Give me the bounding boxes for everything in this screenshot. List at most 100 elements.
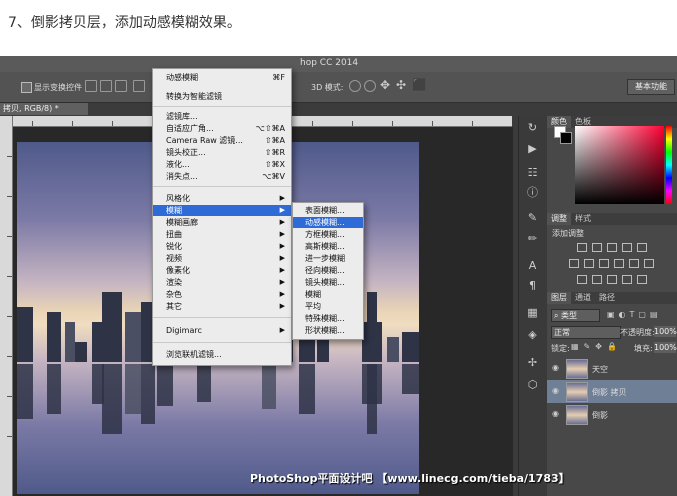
visibility-eye-icon[interactable]: ◉ xyxy=(552,386,559,395)
menu-item-noise[interactable]: 杂色 ▶ xyxy=(153,289,291,300)
menu-item-digimarc[interactable]: Digimarc ▶ xyxy=(153,325,291,336)
color-lookup-icon[interactable] xyxy=(644,259,654,268)
submenu-item-smart-blur[interactable]: 特殊模糊... xyxy=(293,313,363,324)
menu-item-convert-smart-filter[interactable]: 转换为智能滤镜 xyxy=(153,91,291,102)
menu-bar: hop CC 2014 xyxy=(0,56,677,72)
align-left-icon[interactable] xyxy=(85,80,97,92)
black-white-icon[interactable] xyxy=(599,259,609,268)
submenu-item-average[interactable]: 平均 xyxy=(293,301,363,312)
menu-item-distort[interactable]: 扭曲 ▶ xyxy=(153,229,291,240)
threshold-icon[interactable] xyxy=(607,275,617,284)
history-icon[interactable]: ↻ xyxy=(526,121,539,134)
submenu-item-lens-blur[interactable]: 镜头模糊... xyxy=(293,277,363,288)
swatches-icon[interactable]: ▦ xyxy=(526,306,539,319)
3d-rotate-icon[interactable] xyxy=(349,80,361,92)
levels-icon[interactable] xyxy=(592,243,602,252)
submenu-item-box-blur[interactable]: 方框模糊... xyxy=(293,229,363,240)
photoshop-screenshot: hop CC 2014 显示变换控件 3D 模式: ✥ ✣ ⬛ 基本功能 拷贝,… xyxy=(0,56,677,496)
hue-slider[interactable] xyxy=(666,126,672,204)
menu-item-render[interactable]: 渲染 ▶ xyxy=(153,277,291,288)
opacity-input[interactable]: 100% xyxy=(654,326,677,337)
3d-mode-label: 3D 模式: xyxy=(311,83,344,92)
menu-item-blur-gallery[interactable]: 模糊画廊 ▶ xyxy=(153,217,291,228)
paragraph-icon[interactable]: ¶ xyxy=(526,279,539,292)
layer-row-selected[interactable]: ◉ 倒影 拷贝 xyxy=(547,380,677,403)
submenu-item-shape-blur[interactable]: 形状模糊... xyxy=(293,325,363,336)
info-icon[interactable]: ⓘ xyxy=(526,186,539,199)
show-transform-label: 显示变换控件 xyxy=(34,83,82,92)
tab-styles[interactable]: 样式 xyxy=(571,213,595,225)
submenu-item-gaussian-blur[interactable]: 高斯模糊... xyxy=(293,241,363,252)
color-spectrum[interactable] xyxy=(575,126,664,204)
tab-adjustments[interactable]: 调整 xyxy=(547,213,571,225)
submenu-item-blur[interactable]: 模糊 xyxy=(293,289,363,300)
menu-item-liquify[interactable]: 液化... ⇧⌘X xyxy=(153,159,291,170)
submenu-item-surface-blur[interactable]: 表面模糊... xyxy=(293,205,363,216)
brush-panel-icon[interactable]: ✎ xyxy=(526,211,539,224)
layer-row[interactable]: ◉ 倒影 xyxy=(547,403,677,426)
align-top-icon[interactable] xyxy=(133,80,145,92)
channel-mixer-icon[interactable] xyxy=(629,259,639,268)
photo-filter-icon[interactable] xyxy=(614,259,624,268)
menu-item-other[interactable]: 其它 ▶ xyxy=(153,301,291,312)
curves-icon[interactable] xyxy=(607,243,617,252)
tab-channels[interactable]: 通道 xyxy=(571,292,595,304)
add-adjustment-title: 添加调整 xyxy=(552,229,584,238)
menu-item-blur[interactable]: 模糊 ▶ xyxy=(153,205,291,216)
submenu-item-blur-more[interactable]: 进一步模糊 xyxy=(293,253,363,264)
menu-item-stylize[interactable]: 风格化 ▶ xyxy=(153,193,291,204)
background-color-swatch[interactable] xyxy=(560,132,572,144)
actions-play-icon[interactable]: ▶ xyxy=(526,142,539,155)
properties-icon[interactable]: ☷ xyxy=(526,166,539,179)
selective-color-icon[interactable] xyxy=(637,275,647,284)
character-icon[interactable]: A xyxy=(526,259,539,272)
menu-item-video[interactable]: 视频 ▶ xyxy=(153,253,291,264)
3d-scale-icon[interactable]: ⬛ xyxy=(412,78,427,92)
layer-filter-kind-select[interactable]: ⌕ 类型 xyxy=(551,309,600,322)
tab-layers[interactable]: 图层 xyxy=(547,292,571,304)
vibrance-icon[interactable] xyxy=(637,243,647,252)
align-center-icon[interactable] xyxy=(100,80,112,92)
lock-icons[interactable]: ▦✎✥🔒 xyxy=(571,342,622,351)
app-title: hop CC 2014 xyxy=(300,58,359,68)
menu-item-last-filter[interactable]: 动感模糊 ⌘F xyxy=(153,72,291,83)
menu-item-sharpen[interactable]: 锐化 ▶ xyxy=(153,241,291,252)
styles-icon[interactable]: ◈ xyxy=(526,328,539,341)
submenu-item-radial-blur[interactable]: 径向模糊... xyxy=(293,265,363,276)
invert-icon[interactable] xyxy=(577,275,587,284)
3d-pan-icon[interactable]: ✥ xyxy=(380,78,390,92)
fill-input[interactable]: 100% xyxy=(654,342,677,353)
gradient-map-icon[interactable] xyxy=(622,275,632,284)
tab-paths[interactable]: 路径 xyxy=(595,292,619,304)
3d-roll-icon[interactable] xyxy=(364,80,376,92)
layer-filter-icons[interactable]: ▣◐T▢▤ xyxy=(607,310,662,319)
layer-name: 倒影 xyxy=(592,411,608,420)
watermark-text: PhotoShop平面设计吧 【www.linecg.com/tieba/178… xyxy=(250,472,570,485)
exposure-icon[interactable] xyxy=(622,243,632,252)
tool-presets-icon[interactable]: ✏ xyxy=(526,232,539,245)
layer-row[interactable]: ◉ 天空 xyxy=(547,357,677,380)
menu-item-vanishing-point[interactable]: 消失点... ⌥⌘V xyxy=(153,171,291,182)
hue-saturation-icon[interactable] xyxy=(569,259,579,268)
menu-item-browse-filters-online[interactable]: 浏览联机滤镜... xyxy=(153,349,291,360)
visibility-eye-icon[interactable]: ◉ xyxy=(552,409,559,418)
3d-slide-icon[interactable]: ✣ xyxy=(396,78,406,92)
document-tab[interactable]: 拷贝, RGB/8) * xyxy=(0,103,88,115)
menu-item-adaptive-wide-angle[interactable]: 自适应广角... ⌥⇧⌘A xyxy=(153,123,291,134)
align-right-icon[interactable] xyxy=(115,80,127,92)
brightness-icon[interactable] xyxy=(577,243,587,252)
submenu-item-motion-blur[interactable]: 动感模糊... xyxy=(293,217,363,228)
visibility-eye-icon[interactable]: ◉ xyxy=(552,363,559,372)
color-balance-icon[interactable] xyxy=(584,259,594,268)
posterize-icon[interactable] xyxy=(592,275,602,284)
menu-item-lens-correction[interactable]: 镜头校正... ⇧⌘R xyxy=(153,147,291,158)
show-transform-checkbox[interactable] xyxy=(21,82,32,93)
menu-item-filter-gallery[interactable]: 滤镜库... xyxy=(153,111,291,122)
layer-thumbnail xyxy=(566,405,588,425)
paths-icon[interactable]: ✢ xyxy=(526,356,539,369)
menu-item-camera-raw[interactable]: Camera Raw 滤镜... ⇧⌘A xyxy=(153,135,291,146)
menu-item-pixelate[interactable]: 像素化 ▶ xyxy=(153,265,291,276)
blend-mode-select[interactable]: 正常 xyxy=(551,326,621,339)
workspace-switcher[interactable]: 基本功能 xyxy=(627,79,675,95)
3d-panel-icon[interactable]: ⬡ xyxy=(526,378,539,391)
